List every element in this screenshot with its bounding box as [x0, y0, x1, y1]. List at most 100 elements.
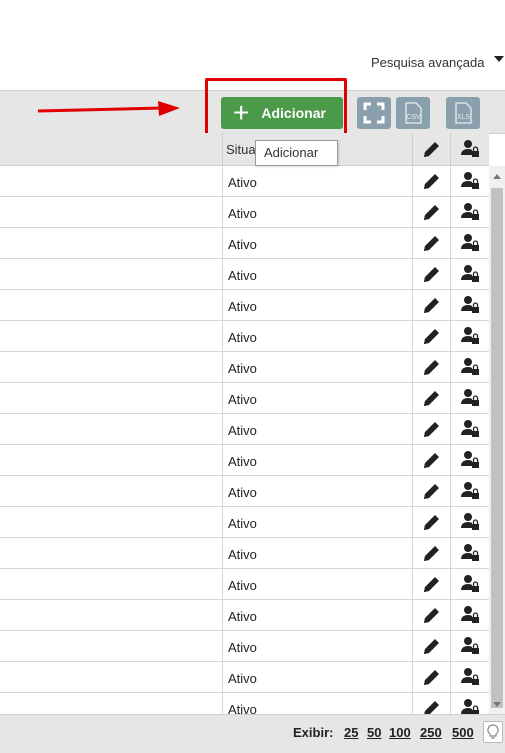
table-row[interactable]: Ativo [0, 197, 489, 228]
table-row[interactable]: Ativo [0, 662, 489, 693]
status-cell: Ativo [228, 423, 257, 438]
table-row[interactable]: Ativo [0, 259, 489, 290]
edit-button[interactable] [413, 383, 450, 413]
table-row[interactable]: Ativo [0, 569, 489, 600]
page-size-label: Exibir: [293, 725, 334, 740]
edit-button[interactable] [413, 693, 450, 714]
column-divider [222, 538, 223, 568]
caret-down-icon[interactable] [494, 56, 504, 62]
table-row[interactable]: Ativo [0, 166, 489, 197]
column-divider [222, 321, 223, 351]
status-cell: Ativo [228, 547, 257, 562]
edit-button[interactable] [413, 228, 450, 258]
edit-button[interactable] [413, 352, 450, 382]
edit-button[interactable] [413, 569, 450, 599]
permissions-button[interactable] [451, 662, 489, 692]
column-divider [222, 569, 223, 599]
permissions-button[interactable] [451, 600, 489, 630]
table-row[interactable]: Ativo [0, 600, 489, 631]
column-divider [222, 166, 223, 196]
vertical-scrollbar[interactable] [489, 166, 505, 714]
column-divider [222, 259, 223, 289]
table-row[interactable]: Ativo [0, 476, 489, 507]
highlight-box-annotation [205, 78, 347, 140]
table-row[interactable]: Ativo [0, 290, 489, 321]
user-lock-icon [461, 699, 479, 714]
table-header: Situa [0, 133, 489, 166]
pencil-icon [423, 142, 439, 157]
edit-button[interactable] [413, 290, 450, 320]
table-row[interactable]: Ativo [0, 321, 489, 352]
permissions-button[interactable] [451, 228, 489, 258]
red-arrow-annotation [38, 101, 180, 116]
permissions-button[interactable] [451, 538, 489, 568]
table-row[interactable]: Ativo [0, 352, 489, 383]
permissions-button[interactable] [451, 321, 489, 351]
table-row[interactable]: Ativo [0, 445, 489, 476]
status-cell: Ativo [228, 206, 257, 221]
table-row[interactable]: Ativo [0, 228, 489, 259]
edit-button[interactable] [413, 507, 450, 537]
advanced-search-link[interactable]: Pesquisa avançada [371, 55, 484, 70]
permissions-button[interactable] [451, 383, 489, 413]
column-divider [222, 352, 223, 382]
permissions-button[interactable] [451, 166, 489, 196]
permissions-button[interactable] [451, 693, 489, 714]
user-lock-icon [461, 358, 479, 375]
pencil-icon [423, 298, 439, 313]
permissions-button[interactable] [451, 569, 489, 599]
permissions-button[interactable] [451, 445, 489, 475]
page-size-option[interactable]: 50 [367, 725, 381, 740]
page-size-option[interactable]: 500 [452, 725, 474, 740]
edit-button[interactable] [413, 662, 450, 692]
edit-button[interactable] [413, 197, 450, 227]
permissions-button[interactable] [451, 352, 489, 382]
scrollbar-thumb[interactable] [491, 188, 503, 708]
scroll-down-icon[interactable] [493, 702, 501, 707]
column-divider [222, 693, 223, 714]
page-size-option[interactable]: 250 [420, 725, 442, 740]
status-cell: Ativo [228, 671, 257, 686]
permissions-button[interactable] [451, 197, 489, 227]
column-divider [222, 290, 223, 320]
lightbulb-button[interactable] [483, 721, 503, 743]
scroll-up-icon[interactable] [493, 174, 501, 179]
edit-button[interactable] [413, 414, 450, 444]
status-cell: Ativo [228, 330, 257, 345]
permissions-button[interactable] [451, 507, 489, 537]
export-csv-button[interactable]: CSV [396, 97, 430, 129]
edit-button[interactable] [413, 259, 450, 289]
permissions-button[interactable] [451, 476, 489, 506]
edit-button[interactable] [413, 538, 450, 568]
table-row[interactable]: Ativo [0, 693, 489, 714]
edit-button[interactable] [413, 476, 450, 506]
xls-file-icon: XLS [455, 102, 472, 124]
table-row[interactable]: Ativo [0, 538, 489, 569]
page-size-option[interactable]: 100 [389, 725, 411, 740]
pencil-icon [423, 453, 439, 468]
user-lock-icon [461, 513, 479, 530]
edit-button[interactable] [413, 445, 450, 475]
edit-button[interactable] [413, 166, 450, 196]
permissions-button[interactable] [451, 631, 489, 661]
user-lock-icon [461, 637, 479, 654]
page-size-option[interactable]: 25 [344, 725, 358, 740]
fullscreen-button[interactable] [357, 97, 391, 129]
table-row[interactable]: Ativo [0, 507, 489, 538]
export-xls-button[interactable]: XLS [446, 97, 480, 129]
edit-button[interactable] [413, 631, 450, 661]
table-row[interactable]: Ativo [0, 414, 489, 445]
header-status[interactable]: Situa [226, 142, 256, 157]
permissions-button[interactable] [451, 290, 489, 320]
user-lock-icon [461, 606, 479, 623]
column-divider [222, 662, 223, 692]
pencil-icon [423, 670, 439, 685]
permissions-button[interactable] [451, 414, 489, 444]
table-row[interactable]: Ativo [0, 631, 489, 662]
user-lock-icon [461, 420, 479, 437]
table-row[interactable]: Ativo [0, 383, 489, 414]
edit-button[interactable] [413, 600, 450, 630]
header-permission-cell [451, 133, 489, 165]
edit-button[interactable] [413, 321, 450, 351]
permissions-button[interactable] [451, 259, 489, 289]
